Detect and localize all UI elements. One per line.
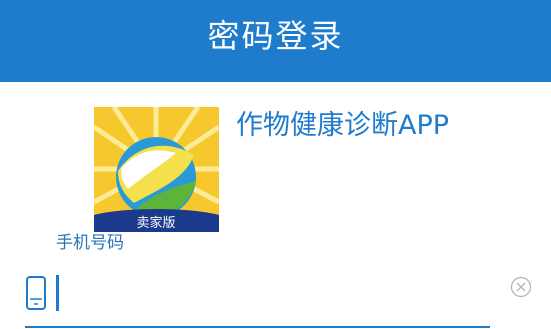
logo-badge-text: 卖家版 bbox=[136, 215, 175, 231]
page-title: 密码登录 bbox=[207, 17, 344, 55]
app-name: 作物健康诊断APP bbox=[236, 110, 450, 141]
app-logo: 卖家版 bbox=[94, 107, 219, 232]
phone-input-underline bbox=[25, 326, 490, 328]
login-screen: 密码登录 卖家版 作物健康诊断APP 手机号码 bbox=[0, 0, 551, 329]
header-bar: 密码登录 bbox=[0, 0, 551, 82]
mobile-phone-icon bbox=[26, 276, 46, 310]
clear-input-icon[interactable] bbox=[510, 276, 532, 298]
text-cursor bbox=[56, 275, 59, 311]
phone-number-input[interactable] bbox=[56, 272, 496, 312]
phone-number-label: 手机号码 bbox=[56, 233, 124, 253]
app-logo-graphic: 卖家版 bbox=[94, 107, 219, 232]
